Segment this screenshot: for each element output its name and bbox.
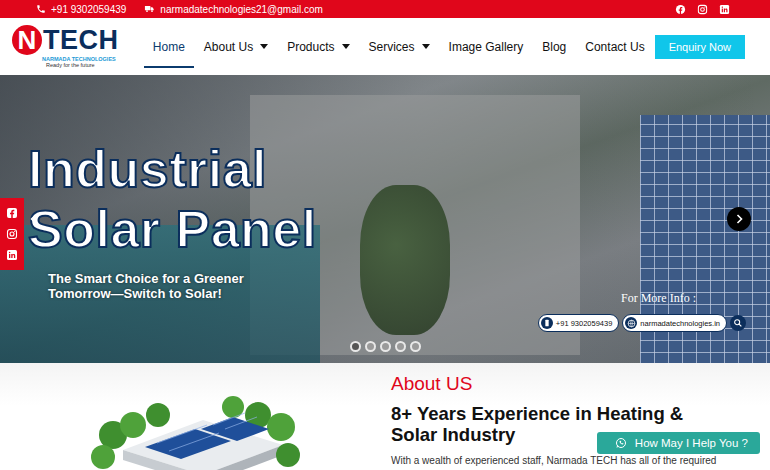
chevron-left-icon	[28, 213, 40, 225]
nav-label[interactable]: Image Gallery	[449, 40, 524, 54]
dropdown-caret-icon[interactable]	[260, 44, 268, 49]
instagram-icon[interactable]	[6, 228, 18, 240]
nav-menu: Home About Us Products Services Image Galler…	[144, 32, 655, 62]
dropdown-caret-icon[interactable]	[342, 44, 350, 49]
nav-label[interactable]: Contact Us	[585, 40, 644, 54]
dropdown-caret-icon[interactable]	[422, 44, 430, 49]
phone-pill[interactable]: +91 9302059439	[538, 314, 620, 332]
slider-dot[interactable]	[365, 341, 376, 352]
nav-label[interactable]: Services	[369, 40, 415, 54]
website-pill[interactable]: narmadatechnologies.in	[622, 314, 727, 332]
info-phone[interactable]: +91 9302059439	[556, 319, 613, 328]
nav-item[interactable]: Contact Us	[576, 32, 653, 62]
next-slide-button[interactable]	[727, 207, 751, 231]
nav-label[interactable]: Blog	[542, 40, 566, 54]
about-label: About US	[391, 373, 770, 395]
enquiry-button[interactable]: Enquiry Now	[655, 35, 745, 59]
phone-contact[interactable]: +91 9302059439	[36, 4, 126, 15]
hero-title: Solar Panel	[28, 199, 770, 259]
info-site[interactable]: narmadatechnologies.in	[640, 319, 720, 328]
nav-item[interactable]: Products	[278, 32, 358, 62]
phone-number[interactable]: +91 9302059439	[51, 4, 126, 15]
facebook-icon[interactable]	[675, 4, 686, 15]
search-button[interactable]	[730, 315, 746, 331]
linkedin-icon[interactable]	[6, 249, 18, 261]
top-bar: +91 9302059439 narmadatechnologies21@gmai…	[0, 0, 770, 18]
nav-label[interactable]: Products	[287, 40, 334, 54]
logo-word: TECH	[43, 27, 119, 54]
logo-tagline: Ready for the future	[46, 62, 132, 68]
facebook-icon[interactable]	[6, 207, 18, 219]
hero-slider: IndustrialSolar Panel The Smart Choice fo…	[0, 75, 770, 363]
email-address[interactable]: narmadatechnologies21@gmail.com	[160, 4, 322, 15]
nav-item[interactable]: Home	[144, 32, 194, 62]
nav-item[interactable]: Image Gallery	[440, 32, 533, 62]
about-heading-line: 8+ Years Experience in Heating &	[391, 403, 770, 424]
nav-label[interactable]: About Us	[204, 40, 253, 54]
whatsapp-icon	[615, 437, 627, 449]
hero-subtitle-line: The Smart Choice for a Greener	[48, 271, 770, 286]
globe-icon	[627, 319, 636, 328]
whatsapp-chat-button[interactable]: How May I Help You ?	[597, 432, 760, 454]
about-text: With a wealth of experienced staff, Narm…	[391, 455, 770, 467]
logo-company: NARMADA TECHNOLOGIES	[42, 56, 132, 62]
phone-icon	[36, 4, 46, 14]
building-icon	[83, 395, 303, 470]
site-logo[interactable]: NTECH NARMADA TECHNOLOGIESReady for the f…	[12, 25, 132, 68]
chat-label[interactable]: How May I Help You ?	[635, 437, 748, 449]
main-nav: NTECH NARMADA TECHNOLOGIESReady for the f…	[0, 18, 770, 75]
search-icon	[733, 318, 743, 328]
contact-info: For More Info : +91 9302059439 narmadatech…	[538, 291, 746, 332]
linkedin-icon[interactable]	[719, 4, 730, 15]
slider-dots	[0, 341, 770, 352]
info-label: For More Info :	[621, 291, 696, 306]
prev-slide-button[interactable]	[27, 212, 41, 226]
solar-building-illustration	[0, 363, 385, 470]
social-links	[675, 4, 730, 15]
hero-title: Industrial	[28, 139, 770, 199]
floating-social-bar	[0, 198, 24, 270]
instagram-icon[interactable]	[697, 4, 708, 15]
nav-item[interactable]: Services	[360, 32, 439, 62]
slider-dot[interactable]	[395, 341, 406, 352]
slider-dot[interactable]	[350, 341, 361, 352]
hero-text: IndustrialSolar Panel The Smart Choice fo…	[0, 75, 770, 301]
nav-item[interactable]: About Us	[195, 32, 277, 62]
email-contact[interactable]: narmadatechnologies21@gmail.com	[144, 4, 322, 15]
phone-icon	[543, 319, 551, 327]
nav-label[interactable]: Home	[153, 40, 185, 54]
logo-letter: N	[12, 25, 42, 55]
truck-icon	[144, 4, 155, 14]
slider-dot[interactable]	[380, 341, 391, 352]
nav-item[interactable]: Blog	[533, 32, 575, 62]
chevron-right-icon	[733, 213, 745, 225]
slider-dot[interactable]	[410, 341, 421, 352]
